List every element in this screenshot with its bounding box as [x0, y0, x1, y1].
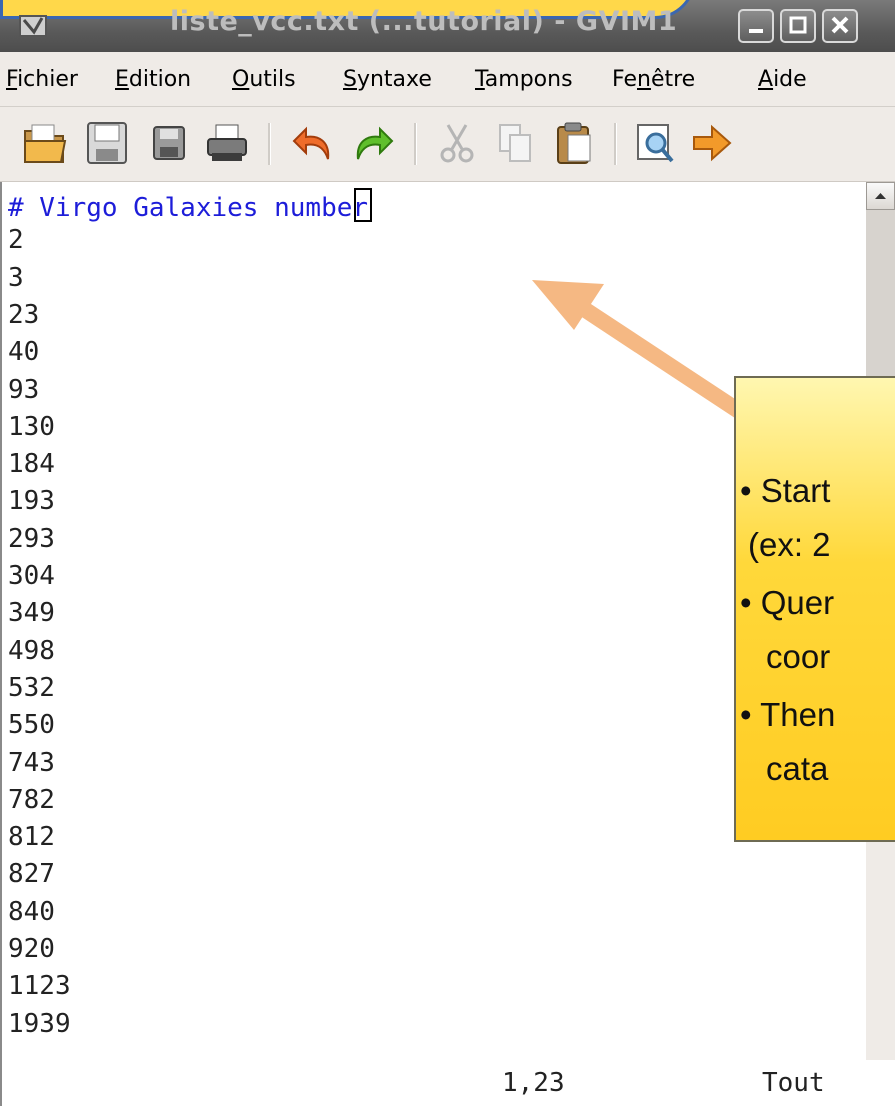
- overlay-callout: • Start (ex: 2 • Quer coor • Then cata: [734, 376, 895, 842]
- callout-line: (ex: 2: [748, 526, 831, 563]
- callout-line: • Quer: [740, 584, 835, 621]
- callout-line: • Start: [740, 472, 831, 509]
- callout-line: cata: [766, 750, 829, 787]
- gvim-window: liste_vcc.txt (...tutorial) - GVIM1 Fich…: [0, 0, 895, 1106]
- callout-line: • Then: [740, 696, 836, 733]
- callout-line: coor: [766, 638, 831, 675]
